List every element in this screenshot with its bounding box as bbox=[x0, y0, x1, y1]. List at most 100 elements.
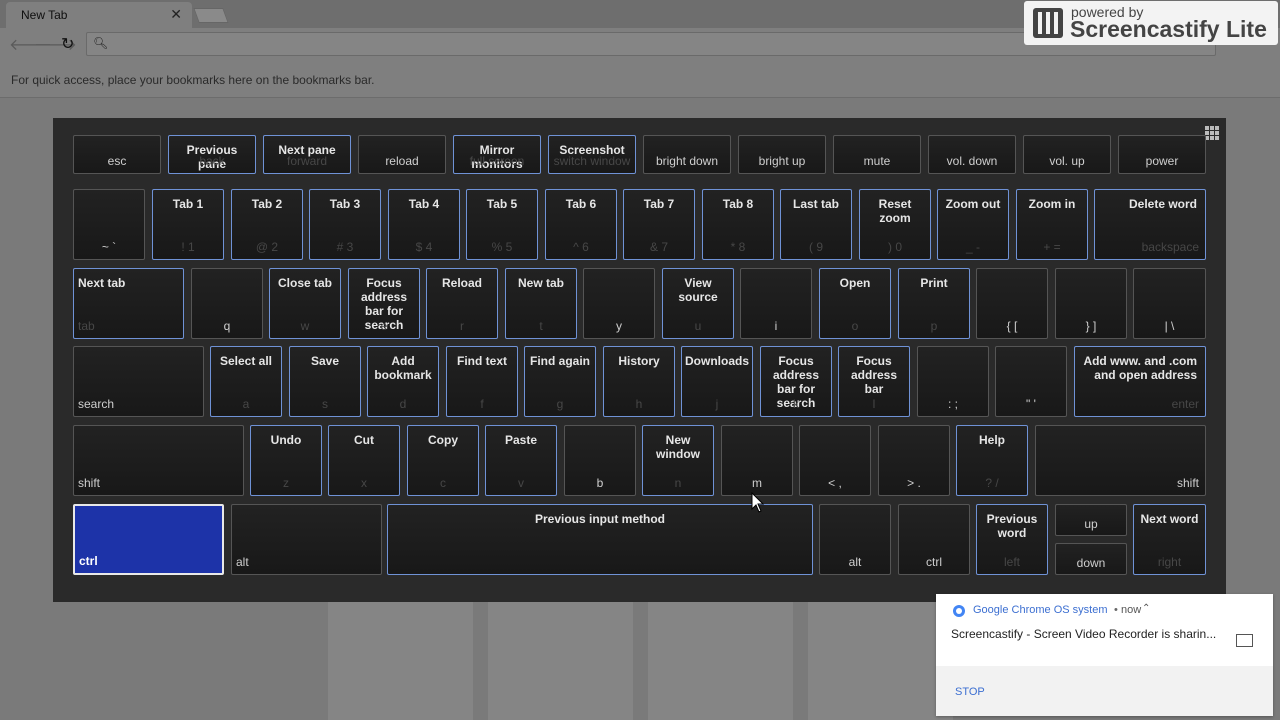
key-full-screen[interactable]: Mirror monitors full screen bbox=[453, 135, 541, 174]
notification-source: Google Chrome OS system bbox=[973, 604, 1108, 616]
key-s[interactable]: Save s bbox=[289, 346, 361, 417]
key-blank[interactable]: Help ? / bbox=[956, 425, 1028, 496]
key-legend: r bbox=[460, 319, 464, 333]
key-k[interactable]: Focus address bar for search k bbox=[760, 346, 832, 417]
key-6[interactable]: Tab 6 ^ 6 bbox=[545, 189, 617, 260]
key-blank[interactable]: < , bbox=[799, 425, 871, 496]
key-v[interactable]: Paste v bbox=[485, 425, 557, 496]
expand-icon[interactable]: ⌃ bbox=[1142, 603, 1150, 614]
apps-grid-icon[interactable] bbox=[1205, 126, 1219, 140]
new-tab-button[interactable] bbox=[193, 8, 229, 23]
key-b[interactable]: b bbox=[564, 425, 636, 496]
key-mute[interactable]: mute bbox=[833, 135, 921, 174]
key-switch-window[interactable]: Screenshot switch window bbox=[548, 135, 636, 174]
shortcut-label: Open bbox=[839, 276, 871, 290]
key-legend: ( 9 bbox=[808, 240, 823, 254]
key-previous-input-method[interactable]: Previous input method bbox=[387, 504, 813, 575]
key-vol-down[interactable]: vol. down bbox=[928, 135, 1016, 174]
key-t[interactable]: New tab t bbox=[505, 268, 577, 339]
stop-button[interactable]: STOP bbox=[955, 686, 985, 698]
key-shift[interactable]: shift bbox=[73, 425, 244, 496]
key-h[interactable]: History h bbox=[603, 346, 675, 417]
key-legend: search bbox=[78, 397, 115, 411]
key-m[interactable]: m bbox=[721, 425, 793, 496]
key-4[interactable]: Tab 4 $ 4 bbox=[388, 189, 460, 260]
key-backspace[interactable]: Delete word backspace bbox=[1094, 189, 1206, 260]
key-blank[interactable]: > . bbox=[878, 425, 950, 496]
key-vol-up[interactable]: vol. up bbox=[1023, 135, 1111, 174]
key-blank[interactable]: | \ bbox=[1133, 268, 1206, 339]
key-reload[interactable]: reload bbox=[358, 135, 446, 174]
key-e[interactable]: Focus address bar for search e bbox=[348, 268, 420, 339]
key-q[interactable]: q bbox=[191, 268, 263, 339]
key-j[interactable]: Downloads j bbox=[681, 346, 753, 417]
key-blank[interactable]: Zoom in + = bbox=[1016, 189, 1088, 260]
key-left[interactable]: Previous word left bbox=[976, 504, 1048, 575]
key-f[interactable]: Find text f bbox=[446, 346, 518, 417]
key-forward[interactable]: Next pane forward bbox=[263, 135, 351, 174]
key-bright-up[interactable]: bright up bbox=[738, 135, 826, 174]
key-legend: i bbox=[774, 319, 778, 333]
key-blank[interactable]: : ; bbox=[917, 346, 989, 417]
key-blank[interactable]: " ' bbox=[995, 346, 1067, 417]
key-1[interactable]: Tab 1 ! 1 bbox=[152, 189, 224, 260]
key-i[interactable]: i bbox=[740, 268, 812, 339]
key-down[interactable]: down bbox=[1055, 543, 1127, 575]
key-2[interactable]: Tab 2 @ 2 bbox=[231, 189, 303, 260]
reload-icon[interactable]: ↻ bbox=[61, 34, 74, 54]
most-visited-tile[interactable] bbox=[328, 600, 473, 720]
key-legend: j bbox=[715, 397, 719, 411]
key-ctrl[interactable]: ctrl bbox=[73, 504, 224, 575]
key-x[interactable]: Cut x bbox=[328, 425, 400, 496]
key-9[interactable]: Last tab ( 9 bbox=[780, 189, 852, 260]
key-7[interactable]: Tab 7 & 7 bbox=[623, 189, 695, 260]
key-up[interactable]: up bbox=[1055, 504, 1127, 536]
key-power[interactable]: power bbox=[1118, 135, 1206, 174]
key-esc[interactable]: esc bbox=[73, 135, 161, 174]
key-blank[interactable]: { [ bbox=[976, 268, 1048, 339]
key-d[interactable]: Add bookmark d bbox=[367, 346, 439, 417]
key-legend: switch window bbox=[553, 154, 631, 168]
key-3[interactable]: Tab 3 # 3 bbox=[309, 189, 381, 260]
shortcut-label: Zoom out bbox=[945, 197, 1001, 211]
key-ctrl[interactable]: ctrl bbox=[898, 504, 970, 575]
key-u[interactable]: View source u bbox=[662, 268, 734, 339]
key-n[interactable]: New window n bbox=[642, 425, 714, 496]
key-w[interactable]: Close tab w bbox=[269, 268, 341, 339]
shortcut-label: Next tab bbox=[78, 276, 126, 290]
key-shift[interactable]: shift bbox=[1035, 425, 1206, 496]
key-r[interactable]: Reload r bbox=[426, 268, 498, 339]
most-visited-tile[interactable] bbox=[648, 600, 793, 720]
shortcut-label: Help bbox=[978, 433, 1005, 447]
key-legend: a bbox=[242, 397, 250, 411]
key-tab[interactable]: Next tab tab bbox=[73, 268, 184, 339]
key-alt[interactable]: alt bbox=[819, 504, 891, 575]
key-legend: + = bbox=[1043, 240, 1061, 254]
close-icon[interactable]: ✕ bbox=[170, 6, 182, 23]
key-8[interactable]: Tab 8 * 8 bbox=[702, 189, 774, 260]
key-alt[interactable]: alt bbox=[231, 504, 382, 575]
key-g[interactable]: Find again g bbox=[524, 346, 596, 417]
most-visited-tile[interactable] bbox=[488, 600, 633, 720]
key-blank[interactable]: } ] bbox=[1055, 268, 1127, 339]
key-z[interactable]: Undo z bbox=[250, 425, 322, 496]
key-right[interactable]: Next word right bbox=[1133, 504, 1206, 575]
key-0[interactable]: Reset zoom) 0 bbox=[859, 189, 931, 260]
tab-new-tab[interactable]: New Tab ✕ bbox=[6, 2, 192, 28]
key-l[interactable]: Focus address bar l bbox=[838, 346, 910, 417]
key-back[interactable]: Previous pane back bbox=[168, 135, 256, 174]
most-visited-tile[interactable] bbox=[808, 600, 953, 720]
key-y[interactable]: y bbox=[583, 268, 655, 339]
key-a[interactable]: Select all a bbox=[210, 346, 282, 417]
key-search[interactable]: search bbox=[73, 346, 204, 417]
key-blank[interactable]: Zoom out _ - bbox=[937, 189, 1009, 260]
shortcut-label: Tab 4 bbox=[408, 197, 440, 211]
key-blank[interactable]: ~ ` bbox=[73, 189, 145, 260]
key-o[interactable]: Open o bbox=[819, 268, 891, 339]
key-c[interactable]: Copy c bbox=[407, 425, 479, 496]
key-enter[interactable]: Add www. and .com and open address enter bbox=[1074, 346, 1206, 417]
key-p[interactable]: Print p bbox=[898, 268, 970, 339]
notification-toast: Google Chrome OS system • now ⌃ Screenca… bbox=[936, 594, 1273, 716]
key-5[interactable]: Tab 5 % 5 bbox=[466, 189, 538, 260]
key-bright-down[interactable]: bright down bbox=[643, 135, 731, 174]
